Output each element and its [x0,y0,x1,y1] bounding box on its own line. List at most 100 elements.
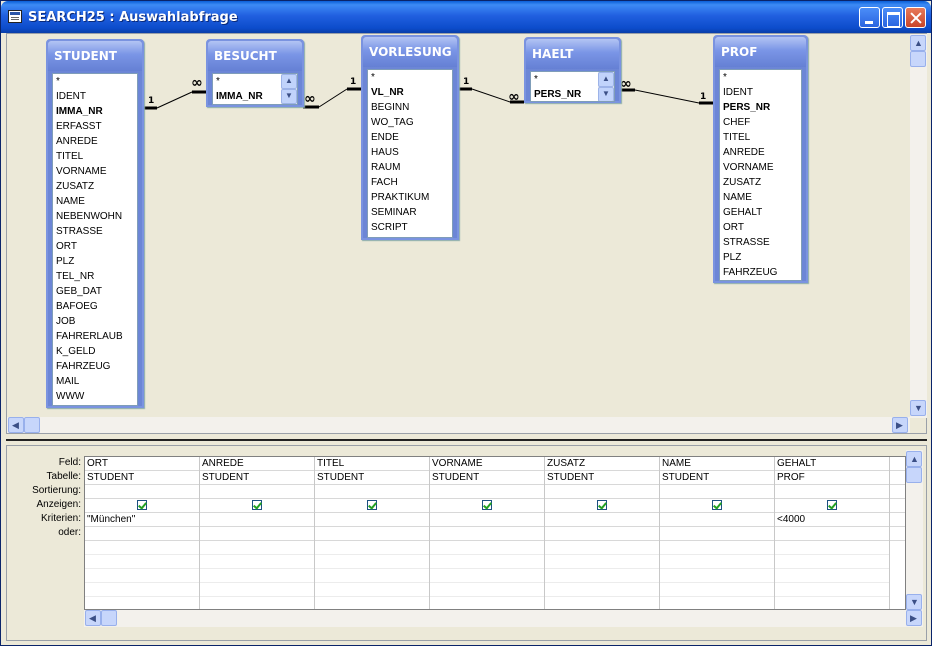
empty-cell[interactable] [200,569,314,583]
grid-column[interactable]: ANREDE STUDENT [200,457,315,609]
field-item[interactable]: SCRIPT [368,220,452,235]
table-cell[interactable]: STUDENT [430,471,544,485]
criteria-cell[interactable]: <4000 [775,513,889,527]
empty-cell[interactable] [85,597,199,609]
field-list[interactable]: * IDENT PERS_NR CHEF TITEL ANREDE VORNAM… [719,69,802,281]
show-checkbox[interactable] [137,500,147,510]
grid-vertical-scrollbar[interactable]: ▲ ▼ [906,450,923,610]
scroll-thumb[interactable] [24,417,40,433]
field-item[interactable]: ORT [53,239,137,254]
grid-column[interactable]: GEHALT PROF <4000 [775,457,890,609]
empty-cell[interactable] [660,555,774,569]
empty-cell[interactable] [315,555,429,569]
field-item[interactable]: WO_TAG [368,115,452,130]
empty-cell[interactable] [430,555,544,569]
field-item[interactable]: VORNAME [720,160,801,175]
field-item[interactable]: HAUS [368,145,452,160]
empty-cell[interactable] [660,541,774,555]
field-item[interactable]: IDENT [720,85,801,100]
field-item[interactable]: ANREDE [53,134,137,149]
maximize-button[interactable] [882,7,903,28]
field-item[interactable]: SEMINAR [368,205,452,220]
table-cell[interactable]: PROF [775,471,889,485]
criteria-cell[interactable] [430,513,544,527]
show-checkbox[interactable] [367,500,377,510]
table-title[interactable]: HAELT [526,39,619,69]
sort-cell[interactable] [430,485,544,499]
empty-cell[interactable] [775,597,889,609]
field-item[interactable]: PLZ [720,250,801,265]
empty-cell[interactable] [890,527,905,541]
sort-cell[interactable] [315,485,429,499]
field-item[interactable]: TEL_NR [53,269,137,284]
field-item-key[interactable]: PERS_NR [720,100,801,115]
show-checkbox[interactable] [252,500,262,510]
close-button[interactable] [905,7,926,28]
field-cell[interactable]: NAME [660,457,774,471]
table-prof[interactable]: PROF * IDENT PERS_NR CHEF TITEL ANREDE V… [713,35,808,283]
or-cell[interactable] [315,527,429,541]
field-list[interactable]: * IMMA_NR ▲ ▼ [212,73,298,105]
field-item[interactable]: NEBENWOHN [53,209,137,224]
show-cell[interactable] [775,499,889,513]
table-title[interactable]: BESUCHT [208,41,302,71]
field-item[interactable]: STRASSE [720,235,801,250]
empty-cell[interactable] [85,541,199,555]
query-grid[interactable]: ORT STUDENT "München" ANREDE STUDENT TIT… [84,456,906,610]
table-title[interactable]: PROF [715,37,806,67]
field-item[interactable]: * [720,70,801,85]
sort-cell[interactable] [775,485,889,499]
field-item[interactable]: WWW [53,389,137,404]
title-bar[interactable]: SEARCH25 : Auswahlabfrage [1,1,931,33]
field-item[interactable]: FACH [368,175,452,190]
field-list[interactable]: * VL_NR BEGINN WO_TAG ENDE HAUS RAUM FAC… [367,69,453,238]
grid-column[interactable]: NAME STUDENT [660,457,775,609]
grid-column[interactable]: ZUSATZ STUDENT [545,457,660,609]
or-cell[interactable] [545,527,659,541]
empty-cell[interactable] [890,471,905,485]
field-item[interactable]: VORNAME [53,164,137,179]
grid-horizontal-scrollbar[interactable]: ◀ ▶ [84,610,923,627]
field-item[interactable]: BAFOEG [53,299,137,314]
empty-cell[interactable] [430,597,544,609]
field-cell[interactable]: ZUSATZ [545,457,659,471]
sort-cell[interactable] [660,485,774,499]
field-item[interactable]: ZUSATZ [720,175,801,190]
or-cell[interactable] [85,527,199,541]
scroll-down-button[interactable]: ▼ [281,89,297,104]
table-title[interactable]: STUDENT [48,41,142,71]
empty-cell[interactable] [775,555,889,569]
field-item[interactable]: ANREDE [720,145,801,160]
table-besucht[interactable]: BESUCHT * IMMA_NR ▲ ▼ [206,39,304,107]
criteria-cell[interactable] [660,513,774,527]
empty-cell[interactable] [85,569,199,583]
scroll-left-button[interactable]: ◀ [85,610,101,626]
show-checkbox[interactable] [827,500,837,510]
field-item[interactable]: GEHALT [720,205,801,220]
criteria-cell[interactable] [200,513,314,527]
scroll-thumb[interactable] [101,610,117,626]
table-cell[interactable]: STUDENT [85,471,199,485]
grid-column[interactable]: TITEL STUDENT [315,457,430,609]
field-cell[interactable]: ORT [85,457,199,471]
show-checkbox[interactable] [712,500,722,510]
or-cell[interactable] [200,527,314,541]
empty-cell[interactable] [890,499,905,513]
field-item[interactable]: TITEL [53,149,137,164]
show-cell[interactable] [660,499,774,513]
field-item[interactable]: * [368,70,452,85]
empty-cell[interactable] [315,597,429,609]
empty-cell[interactable] [315,541,429,555]
empty-cell[interactable] [660,583,774,597]
sort-cell[interactable] [200,485,314,499]
criteria-cell[interactable] [545,513,659,527]
table-vorlesung[interactable]: VORLESUNG * VL_NR BEGINN WO_TAG ENDE HAU… [361,35,459,240]
empty-cell[interactable] [545,541,659,555]
empty-cell[interactable] [545,555,659,569]
show-cell[interactable] [85,499,199,513]
scroll-down-button[interactable]: ▼ [906,594,922,610]
empty-cell[interactable] [200,541,314,555]
sort-cell[interactable] [545,485,659,499]
field-item[interactable]: PRAKTIKUM [368,190,452,205]
field-item[interactable]: ENDE [368,130,452,145]
